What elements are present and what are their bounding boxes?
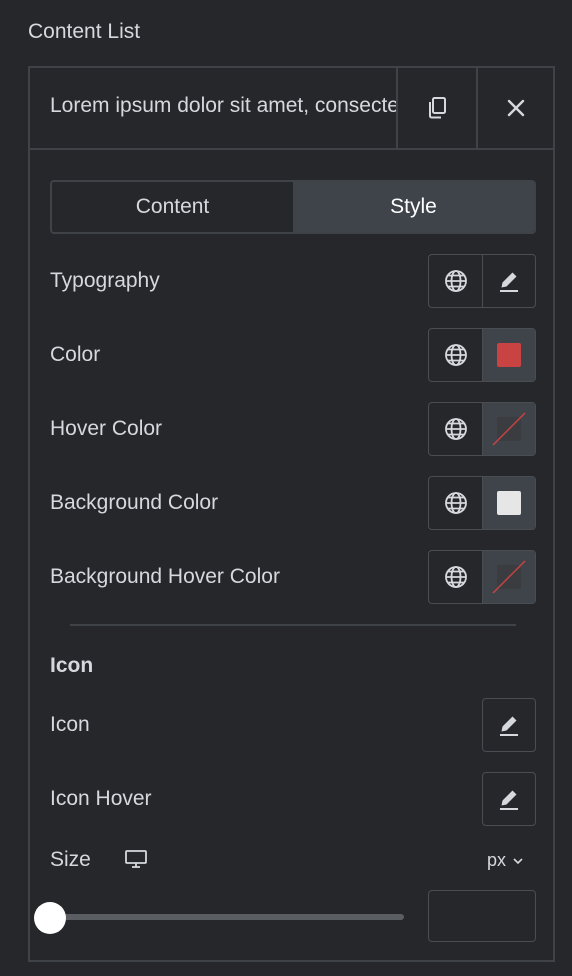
icon-edit-button[interactable] <box>482 698 536 752</box>
size-slider-track[interactable] <box>50 914 404 920</box>
color-global-button[interactable] <box>429 329 482 381</box>
icon-hover-label: Icon Hover <box>50 787 152 810</box>
size-number-input[interactable] <box>428 890 536 942</box>
section-label: Content List <box>28 20 141 43</box>
unit-select[interactable]: px <box>487 850 524 871</box>
close-icon <box>506 98 526 118</box>
empty-swatch <box>492 560 526 594</box>
background-color-label: Background Color <box>50 491 219 514</box>
pencil-icon <box>497 787 521 811</box>
size-control-header: Size px <box>50 844 536 880</box>
background-color-control-group <box>428 476 536 530</box>
typography-control: Typography <box>50 254 536 308</box>
color-swatch <box>497 343 521 367</box>
color-control: Color <box>50 328 536 382</box>
hover-color-picker-button[interactable] <box>482 403 535 455</box>
duplicate-button[interactable] <box>396 68 476 148</box>
icon-label: Icon <box>50 713 90 736</box>
background-hover-color-label: Background Hover Color <box>50 565 280 588</box>
globe-icon <box>444 269 468 293</box>
color-label: Color <box>50 343 101 366</box>
background-color-global-button[interactable] <box>429 477 482 529</box>
globe-icon <box>444 343 468 367</box>
hover-color-control-group <box>428 402 536 456</box>
background-color-picker-button[interactable] <box>482 477 535 529</box>
background-hover-color-global-button[interactable] <box>429 551 482 603</box>
typography-label: Typography <box>50 269 160 292</box>
hover-color-label: Hover Color <box>50 417 163 440</box>
chevron-down-icon <box>512 857 524 865</box>
typography-control-group <box>428 254 536 308</box>
icon-control: Icon <box>50 698 536 752</box>
color-control-group <box>428 328 536 382</box>
size-slider-handle[interactable] <box>34 902 66 934</box>
repeater-item-header[interactable]: Lorem ipsum dolor sit amet, consectetur <box>30 68 553 150</box>
size-label: Size <box>50 848 91 871</box>
copy-icon <box>426 96 448 120</box>
hover-color-global-button[interactable] <box>429 403 482 455</box>
globe-icon <box>444 417 468 441</box>
hover-color-control: Hover Color <box>50 402 536 456</box>
typography-global-button[interactable] <box>429 255 482 307</box>
icon-hover-edit-button[interactable] <box>482 772 536 826</box>
color-picker-button[interactable] <box>482 329 535 381</box>
background-hover-color-picker-button[interactable] <box>482 551 535 603</box>
background-hover-color-control-group <box>428 550 536 604</box>
tab-content[interactable]: Content <box>52 182 293 232</box>
icon-hover-control: Icon Hover <box>50 772 536 826</box>
background-color-swatch <box>497 491 521 515</box>
repeater-item-title[interactable]: Lorem ipsum dolor sit amet, consectetur <box>50 94 398 118</box>
empty-swatch <box>492 412 526 446</box>
unit-value: px <box>486 850 506 870</box>
background-hover-color-control: Background Hover Color <box>50 550 536 604</box>
tab-style[interactable]: Style <box>293 182 534 232</box>
background-color-control: Background Color <box>50 476 536 530</box>
desktop-icon[interactable] <box>124 849 148 869</box>
globe-icon <box>444 491 468 515</box>
pencil-icon <box>497 269 521 293</box>
globe-icon <box>444 565 468 589</box>
pencil-icon <box>497 713 521 737</box>
section-divider <box>70 624 516 626</box>
content-style-tabs: Content Style <box>50 180 536 234</box>
icon-section-heading: Icon <box>50 654 94 677</box>
remove-button[interactable] <box>476 68 553 148</box>
repeater-item-panel: Lorem ipsum dolor sit amet, consectetur … <box>28 66 555 962</box>
typography-edit-button[interactable] <box>482 255 535 307</box>
